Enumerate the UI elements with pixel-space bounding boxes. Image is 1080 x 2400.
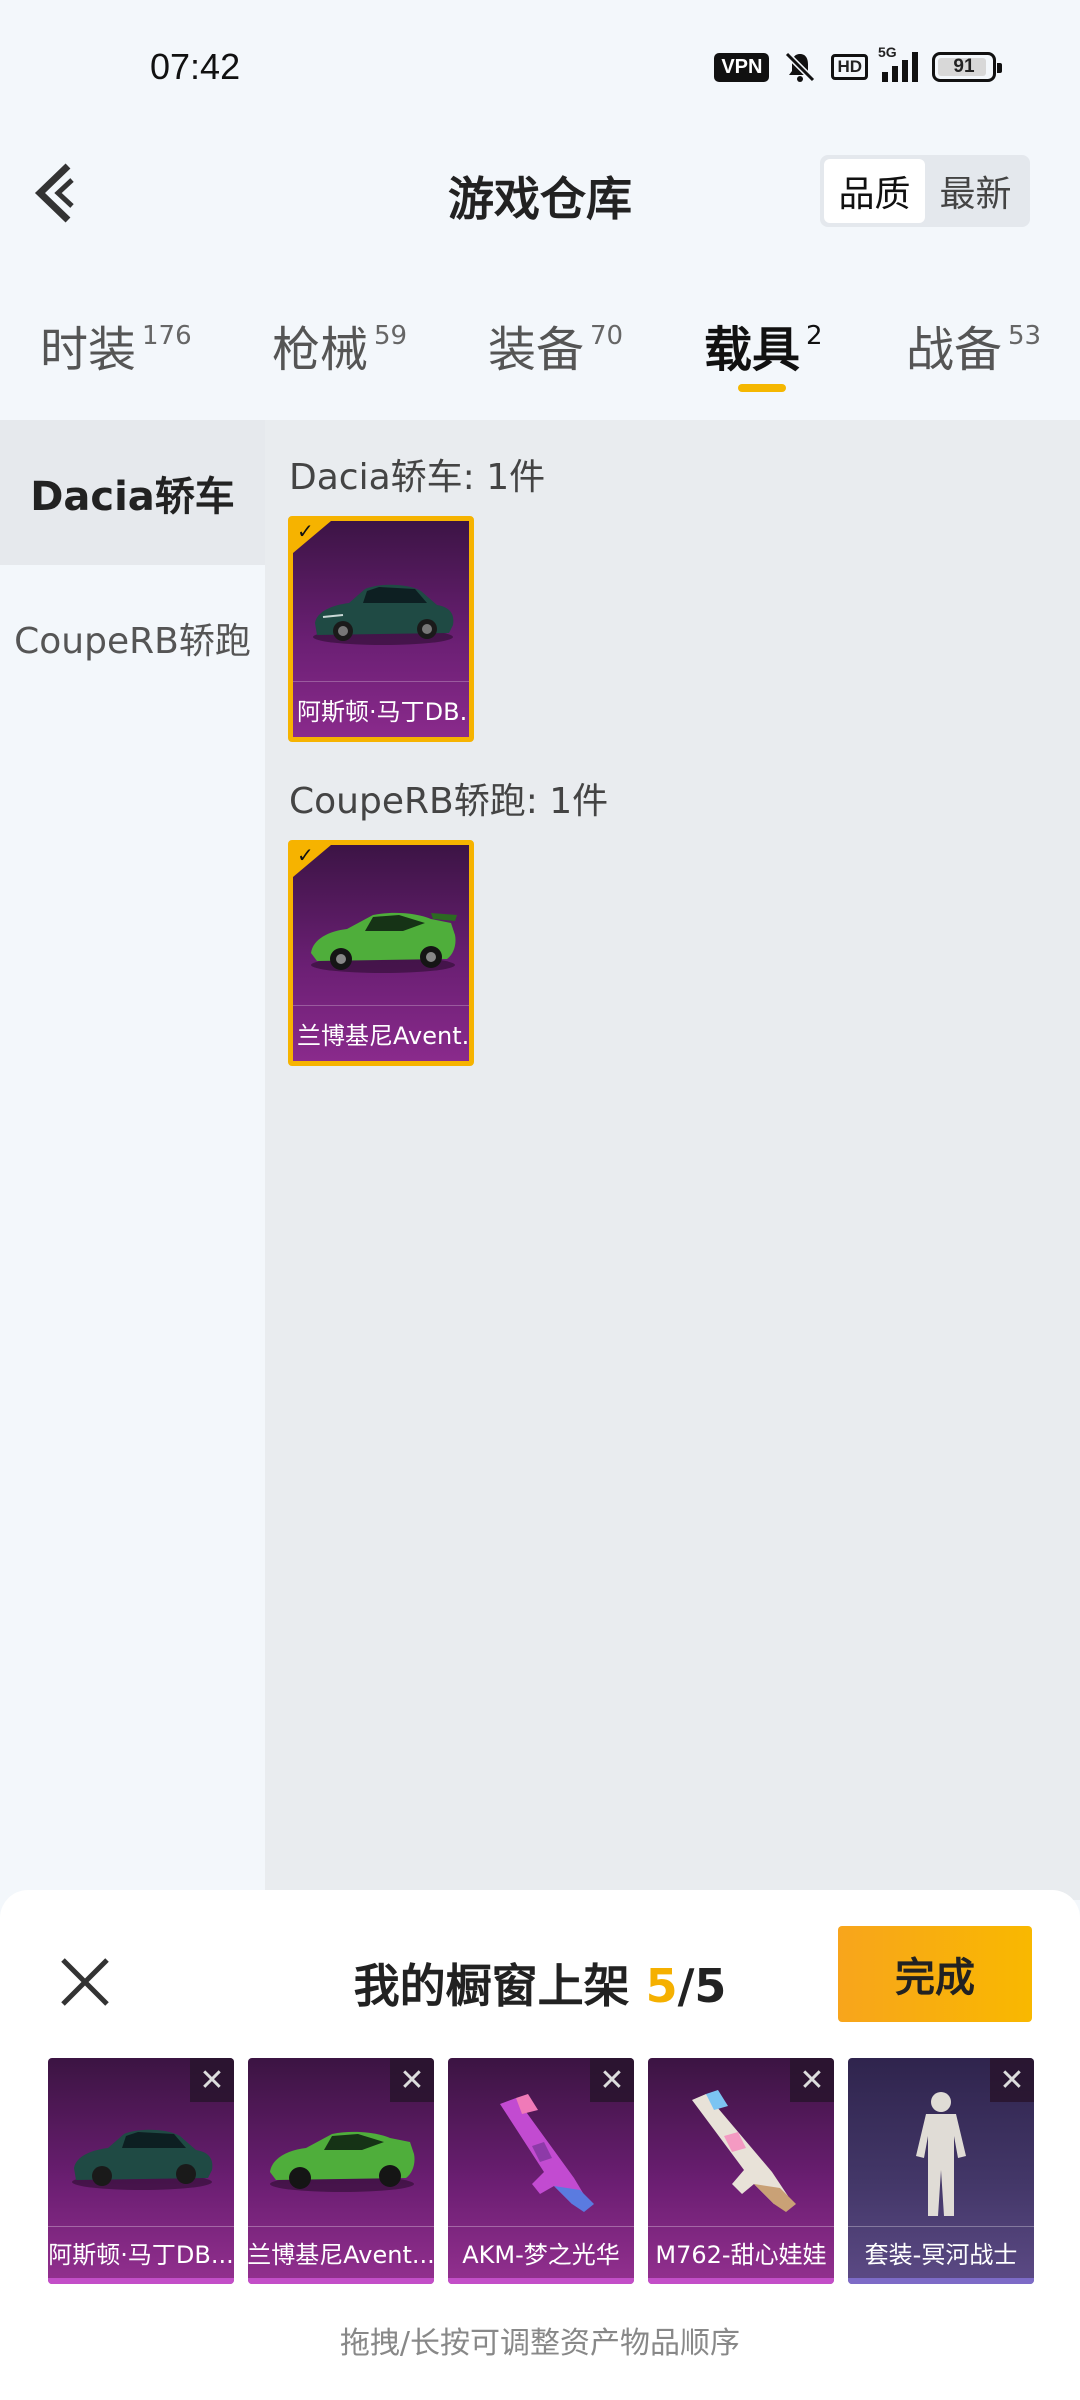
sort-quality-option[interactable]: 品质 [824, 159, 925, 223]
m762-rifle-icon [692, 2090, 796, 2212]
tab-count: 59 [374, 321, 408, 351]
tab-label: 载具 [704, 322, 801, 378]
remove-slot-icon[interactable]: ✕ [390, 2058, 434, 2102]
done-button[interactable]: 完成 [838, 1926, 1032, 2022]
mute-bell-icon [785, 51, 816, 83]
signal-icon: 5G [878, 44, 918, 82]
slot-name: 兰博基尼Avent... [248, 2226, 434, 2278]
remove-slot-icon[interactable]: ✕ [590, 2058, 634, 2102]
showcase-slot[interactable]: ✕ M762-甜心娃娃 [648, 2058, 834, 2284]
rarity-bar [248, 2278, 434, 2284]
showcase-slots: ✕ 阿斯顿·马丁DB... ✕ 兰博基尼Avent... ✕ AKM-梦之光华 … [48, 2058, 1034, 2284]
slot-name: 套装-冥河战士 [848, 2226, 1034, 2278]
rarity-bar [848, 2278, 1034, 2284]
showcase-slot[interactable]: ✕ 阿斯顿·马丁DB... [48, 2058, 234, 2284]
tab-count: 176 [142, 321, 192, 351]
showcase-max: /5 [677, 1959, 727, 2013]
group-title: Dacia轿车: 1件 [289, 457, 546, 498]
tab-equipment[interactable]: 装备 70 [488, 310, 623, 380]
showcase-slot[interactable]: ✕ 套装-冥河战士 [848, 2058, 1034, 2284]
sidebar-item-couperb[interactable]: CoupeRB轿跑 [0, 565, 265, 710]
showcase-count: 5 [645, 1959, 678, 2013]
dark-green-sports-car-icon [313, 584, 454, 645]
tab-vehicles[interactable]: 载具 2 [704, 310, 823, 380]
tab-supplies[interactable]: 战备 53 [906, 310, 1041, 380]
showcase-slot[interactable]: ✕ AKM-梦之光华 [448, 2058, 634, 2284]
vpn-icon: VPN [714, 52, 770, 82]
slot-name: M762-甜心娃娃 [648, 2226, 834, 2278]
remove-slot-icon[interactable]: ✕ [990, 2058, 1034, 2102]
vehicle-name: 阿斯顿·马丁DB... [293, 681, 469, 737]
tab-label: 时装 [40, 322, 137, 378]
tab-label: 装备 [488, 322, 585, 378]
active-tab-indicator [738, 384, 786, 392]
network-type: 5G [878, 44, 897, 60]
slot-name: 阿斯顿·马丁DB... [48, 2226, 234, 2278]
rarity-bar [448, 2278, 634, 2284]
tab-fashion[interactable]: 时装 176 [40, 310, 192, 380]
category-tabs: 时装 176 枪械 59 装备 70 载具 2 战备 53 [0, 310, 1080, 420]
group-title: CoupeRB轿跑: 1件 [289, 781, 609, 822]
showcase-sheet: 我的橱窗上架 5/5 完成 ✕ 阿斯顿·马丁DB... ✕ 兰博基尼Avent.… [0, 1890, 1080, 2400]
vehicle-list: Dacia轿车: 1件 ✓ 阿斯顿·马丁DB... CoupeRB轿跑: 1件 … [265, 420, 1080, 1900]
tab-label: 枪械 [272, 322, 369, 378]
showcase-title-text: 我的橱窗上架 [353, 1959, 630, 2013]
status-time: 07:42 [150, 46, 241, 87]
showcase-slot[interactable]: ✕ 兰博基尼Avent... [248, 2058, 434, 2284]
tab-count: 2 [806, 321, 823, 351]
slot-name: AKM-梦之光华 [448, 2226, 634, 2278]
rarity-bar [648, 2278, 834, 2284]
remove-slot-icon[interactable]: ✕ [790, 2058, 834, 2102]
vehicle-card[interactable]: ✓ 阿斯顿·马丁DB... [288, 516, 474, 742]
hd-icon: HD [831, 54, 868, 80]
dark-green-sports-car-icon [72, 2129, 213, 2190]
sort-latest-option[interactable]: 最新 [925, 159, 1026, 223]
remove-slot-icon[interactable]: ✕ [190, 2058, 234, 2102]
green-supercar-icon [311, 912, 457, 973]
vehicle-card[interactable]: ✓ 兰博基尼Avent... [288, 840, 474, 1066]
status-bar: 07:42 VPN HD 5G 91 [0, 0, 1080, 130]
tab-count: 70 [590, 321, 624, 351]
tab-firearms[interactable]: 枪械 59 [272, 310, 407, 380]
outfit-figure-icon [916, 2092, 966, 2216]
vehicle-category-sidebar: Dacia轿车 CoupeRB轿跑 [0, 420, 265, 1900]
sort-toggle: 品质 最新 [820, 155, 1030, 227]
reorder-hint: 拖拽/长按可调整资产物品顺序 [339, 2326, 741, 2361]
tab-count: 53 [1008, 321, 1042, 351]
akm-rifle-icon [500, 2094, 594, 2212]
status-icons: VPN HD 5G 91 [714, 44, 1002, 84]
green-supercar-icon [270, 2131, 415, 2192]
rarity-bar [48, 2278, 234, 2284]
sidebar-item-dacia[interactable]: Dacia轿车 [0, 420, 265, 565]
battery-icon: 91 [932, 52, 1002, 82]
vehicle-name: 兰博基尼Avent... [293, 1005, 469, 1061]
tab-label: 战备 [906, 322, 1003, 378]
